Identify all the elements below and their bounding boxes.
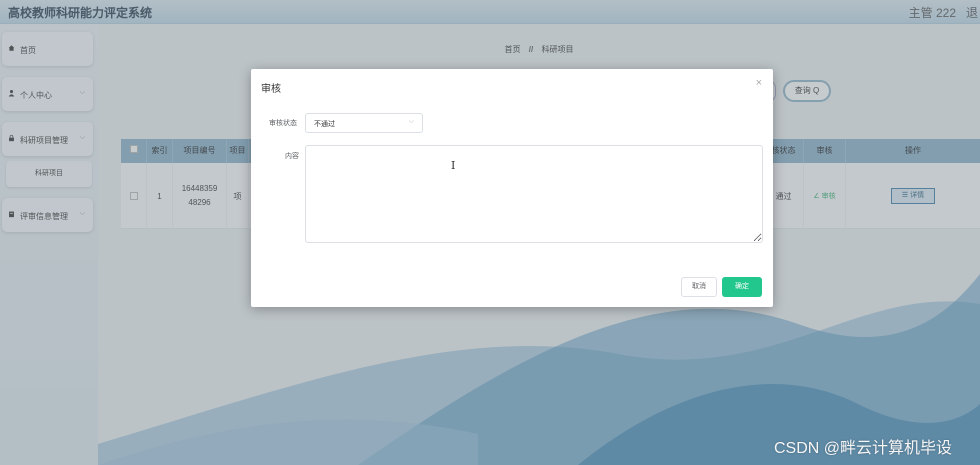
dialog-title: 审核 [261,84,281,95]
text-cursor-icon: I [451,159,456,172]
confirm-button[interactable]: 确定 [722,277,762,297]
status-select[interactable]: 不通过 ⌵ [305,113,423,133]
status-select-value: 不通过 [314,121,335,128]
app-root: 高校教师科研能力评定系统 主管 222 退 首页 个人中心 ⌵ 科研项目管理 ⌵… [0,0,980,465]
watermark: CSDN @畔云计算机毕设 [774,440,953,457]
content-textarea[interactable] [305,145,763,243]
content-label: 内容 [285,153,299,160]
audit-dialog: 审核 × 审核状态 不通过 ⌵ 内容 I 取消 确定 [251,69,773,307]
chevron-down-icon: ⌵ [408,118,414,125]
close-icon[interactable]: × [756,77,762,89]
status-label: 审核状态 [269,120,297,127]
cancel-button[interactable]: 取消 [681,277,717,297]
